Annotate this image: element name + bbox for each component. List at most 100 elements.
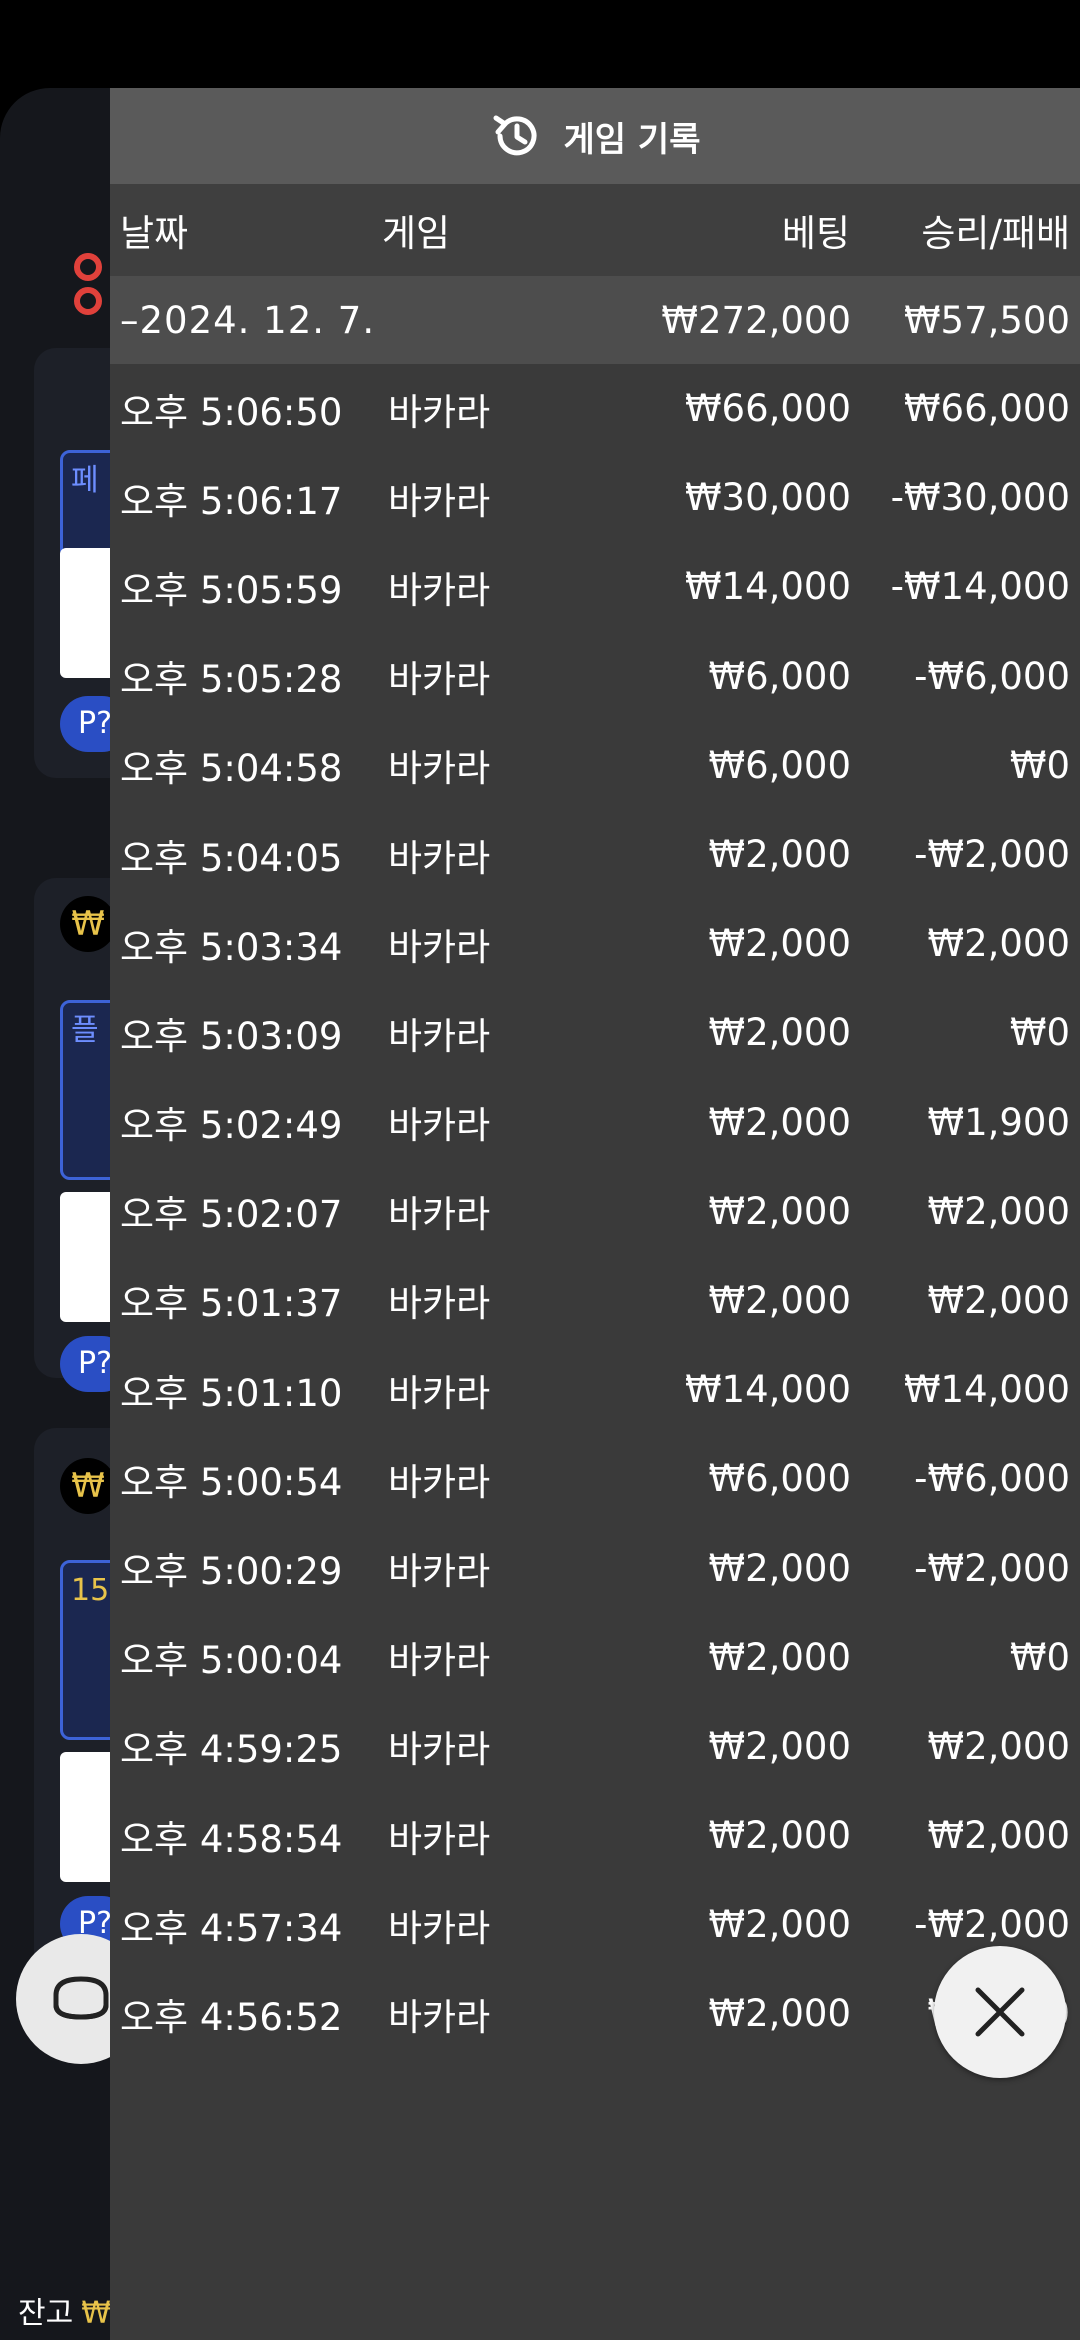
history-result: -₩14,000	[890, 565, 1070, 609]
close-icon	[975, 1987, 1025, 2037]
history-bet: ₩6,000	[708, 1457, 851, 1501]
history-bet: ₩2,000	[708, 1100, 851, 1144]
history-result: -₩6,000	[914, 1457, 1070, 1501]
column-header-date: 날짜	[120, 212, 189, 255]
history-game: 바카라	[388, 836, 491, 880]
close-button[interactable]	[934, 1946, 1066, 2078]
history-time: 오후 5:03:09	[120, 1014, 343, 1058]
history-row: 오후 4:59:25 바카라 ₩2,000 ₩2,000	[110, 1702, 1080, 1791]
history-game: 바카라	[388, 1995, 491, 2039]
history-result: ₩2,000	[927, 922, 1070, 966]
history-time: 오후 5:04:05	[120, 836, 343, 880]
history-time: 오후 5:01:10	[120, 1371, 343, 1415]
history-result: ₩2,000	[927, 1189, 1070, 1233]
history-result: ₩0	[1009, 1635, 1070, 1679]
history-time: 오후 5:06:17	[120, 479, 343, 523]
history-time: 오후 5:05:28	[120, 658, 343, 702]
history-row: 오후 5:02:49 바카라 ₩2,000 ₩1,900	[110, 1078, 1080, 1167]
history-row: 오후 5:04:05 바카라 ₩2,000 -₩2,000	[110, 810, 1080, 899]
history-row: 오후 5:03:34 바카라 ₩2,000 ₩2,000	[110, 899, 1080, 988]
history-row: 오후 5:06:50 바카라 ₩66,000 ₩66,000	[110, 364, 1080, 453]
chat-icon	[53, 1976, 109, 2020]
history-bet: ₩14,000	[684, 565, 851, 609]
history-time: 오후 5:05:59	[120, 568, 343, 612]
history-bet: ₩2,000	[708, 1546, 851, 1590]
column-header-row: 날짜 게임 베팅 승리/패배	[110, 184, 1080, 276]
history-time: 오후 4:56:52	[120, 1995, 343, 2039]
history-game: 바카라	[388, 390, 491, 434]
history-row: 오후 5:05:28 바카라 ₩6,000 -₩6,000	[110, 632, 1080, 721]
history-row: 오후 5:03:09 바카라 ₩2,000 ₩0	[110, 988, 1080, 1077]
history-row: 오후 5:05:59 바카라 ₩14,000 -₩14,000	[110, 542, 1080, 631]
history-game: 바카라	[388, 1282, 491, 1326]
coin-icon: ₩	[60, 896, 116, 952]
history-time: 오후 5:03:34	[120, 925, 343, 969]
history-result: ₩14,000	[903, 1368, 1070, 1412]
history-bet: ₩2,000	[708, 1635, 851, 1679]
history-result: ₩1,900	[927, 1100, 1070, 1144]
panel-title: 게임 기록	[563, 119, 701, 160]
history-row: 오후 5:04:58 바카라 ₩6,000 ₩0	[110, 721, 1080, 810]
history-list: 오후 5:06:50 바카라 ₩66,000 ₩66,000 오후 5:06:17 바카라…	[110, 364, 1080, 2059]
history-result: ₩0	[1009, 1011, 1070, 1055]
history-game: 바카라	[388, 1460, 491, 1504]
history-row: 오후 5:00:54 바카라 ₩6,000 -₩6,000	[110, 1434, 1080, 1523]
history-result: ₩0	[1009, 743, 1070, 787]
history-bet: ₩6,000	[708, 743, 851, 787]
history-game: 바카라	[388, 1371, 491, 1415]
history-time: 오후 5:01:37	[120, 1282, 343, 1326]
history-result: ₩66,000	[903, 387, 1070, 431]
history-bet: ₩2,000	[708, 833, 851, 877]
history-game: 바카라	[388, 925, 491, 969]
history-game: 바카라	[388, 479, 491, 523]
history-bet: ₩2,000	[708, 1278, 851, 1322]
history-bet: ₩2,000	[708, 1992, 851, 2036]
history-time: 오후 4:59:25	[120, 1728, 343, 1772]
history-row: 오후 4:57:34 바카라 ₩2,000 -₩2,000	[110, 1880, 1080, 1969]
panel-header: 게임 기록	[110, 88, 1080, 184]
history-result: ₩2,000	[927, 1724, 1070, 1768]
history-bet: ₩14,000	[684, 1368, 851, 1412]
history-result: ₩2,000	[927, 1814, 1070, 1858]
history-time: 오후 5:00:54	[120, 1460, 343, 1504]
history-bet: ₩30,000	[684, 476, 851, 520]
history-result: -₩30,000	[890, 476, 1070, 520]
history-game: 바카라	[388, 1550, 491, 1594]
history-time: 오후 5:00:29	[120, 1550, 343, 1594]
history-bet: ₩2,000	[708, 922, 851, 966]
history-time: 오후 5:02:49	[120, 1104, 343, 1148]
balance-label: 잔고	[18, 2296, 74, 2331]
history-bet: ₩2,000	[708, 1814, 851, 1858]
date-group-label: –2024. 12. 7.	[120, 298, 376, 342]
history-time: 오후 4:58:54	[120, 1817, 343, 1861]
column-header-result: 승리/패배	[921, 212, 1070, 255]
history-row: 오후 4:58:54 바카라 ₩2,000 ₩2,000	[110, 1791, 1080, 1880]
history-time: 오후 5:06:50	[120, 390, 343, 434]
history-time: 오후 5:04:58	[120, 747, 343, 791]
history-game: 바카라	[388, 568, 491, 612]
history-row: 오후 5:02:07 바카라 ₩2,000 ₩2,000	[110, 1167, 1080, 1256]
coin-icon: ₩	[60, 1458, 116, 1514]
history-result: -₩2,000	[914, 833, 1070, 877]
date-group-result-total: ₩57,500	[903, 298, 1070, 342]
column-header-bet: 베팅	[781, 212, 850, 255]
history-row: 오후 5:00:04 바카라 ₩2,000 ₩0	[110, 1613, 1080, 1702]
date-group-row[interactable]: –2024. 12. 7. ₩272,000 ₩57,500	[110, 276, 1080, 364]
history-row: 오후 5:06:17 바카라 ₩30,000 -₩30,000	[110, 453, 1080, 542]
history-icon	[493, 115, 537, 156]
history-bet: ₩6,000	[708, 654, 851, 698]
history-bet: ₩2,000	[708, 1724, 851, 1768]
history-result: -₩6,000	[914, 654, 1070, 698]
history-time: 오후 5:02:07	[120, 1193, 343, 1237]
history-game: 바카라	[388, 1193, 491, 1237]
history-row: 오후 5:01:37 바카라 ₩2,000 ₩2,000	[110, 1256, 1080, 1345]
history-bet: ₩2,000	[708, 1011, 851, 1055]
column-header-game: 게임	[382, 212, 451, 255]
history-result: -₩2,000	[914, 1546, 1070, 1590]
history-game: 바카라	[388, 1014, 491, 1058]
history-game: 바카라	[388, 1104, 491, 1148]
history-time: 오후 5:00:04	[120, 1639, 343, 1683]
history-game: 바카라	[388, 1639, 491, 1683]
history-bet: ₩2,000	[708, 1189, 851, 1233]
history-game: 바카라	[388, 658, 491, 702]
